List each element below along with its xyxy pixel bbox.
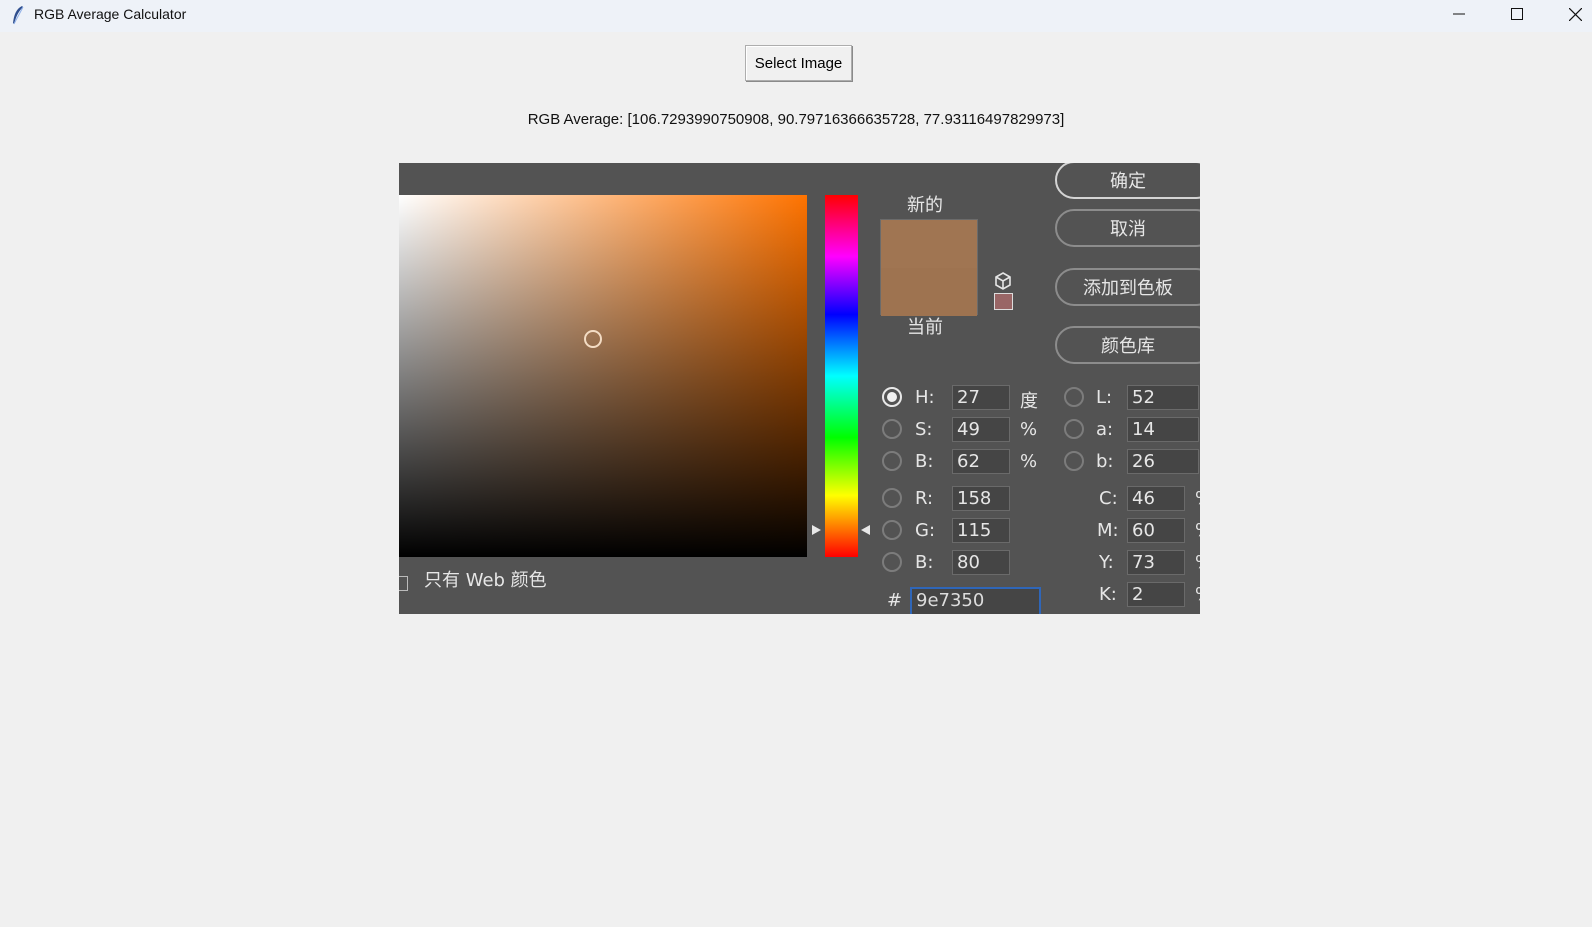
radio-b <box>882 451 902 471</box>
s-input: 49 <box>952 417 1010 442</box>
radio-g <box>882 520 902 540</box>
maximize-icon <box>1511 8 1523 20</box>
radio-blue <box>882 552 902 572</box>
y-input: 73 <box>1127 550 1185 575</box>
m-label: M: <box>1097 520 1119 541</box>
minimize-button[interactable] <box>1430 0 1488 28</box>
window-title: RGB Average Calculator <box>34 6 187 22</box>
current-label: 当前 <box>907 317 943 338</box>
m-input: 60 <box>1127 518 1185 543</box>
select-image-button[interactable]: Select Image <box>745 45 852 81</box>
h-unit: 度 <box>1020 391 1038 412</box>
g-label: G: <box>915 520 936 541</box>
y-label: Y: <box>1099 552 1114 573</box>
y-unit: % <box>1195 552 1200 573</box>
blue-input: 80 <box>952 550 1010 575</box>
radio-lab-b <box>1064 451 1084 471</box>
s-label: S: <box>915 419 933 440</box>
web-safe-color-swatch <box>994 293 1013 310</box>
c-input: 46 <box>1127 486 1185 511</box>
s-unit: % <box>1020 419 1038 440</box>
r-input: 158 <box>952 486 1010 511</box>
color-library-button: 颜色库 <box>1055 326 1200 364</box>
c-label: C: <box>1099 488 1118 509</box>
saturation-brightness-field <box>399 195 807 557</box>
blue-label: B: <box>915 552 934 573</box>
color-preview <box>880 219 978 316</box>
b-unit: % <box>1020 451 1038 472</box>
loaded-image: 只有 Web 颜色 新的 当前 确定 取消 添加到色板 颜色库 H: 27 度 … <box>399 163 1200 614</box>
lab-b-label: b: <box>1096 451 1114 472</box>
g-input: 115 <box>952 518 1010 543</box>
radio-r <box>882 488 902 508</box>
cancel-button: 取消 <box>1055 209 1200 247</box>
m-unit: % <box>1195 520 1200 541</box>
new-label: 新的 <box>907 195 943 216</box>
c-unit: % <box>1195 488 1200 509</box>
hue-slider-right-arrow-icon <box>861 525 870 535</box>
close-icon <box>1568 7 1582 21</box>
color-selector-circle <box>584 330 602 348</box>
radio-h <box>882 387 902 407</box>
k-unit: % <box>1195 584 1200 605</box>
radio-l <box>1064 387 1084 407</box>
r-label: R: <box>915 488 934 509</box>
k-input: 2 <box>1127 582 1185 607</box>
b-label: B: <box>915 451 934 472</box>
a-label: a: <box>1096 419 1114 440</box>
h-label: H: <box>915 387 935 408</box>
lab-b-input: 26 <box>1127 449 1199 474</box>
current-color-swatch <box>881 268 977 316</box>
l-input: 52 <box>1127 385 1199 410</box>
h-input: 27 <box>952 385 1010 410</box>
hue-slider <box>825 195 858 557</box>
cube-warning-icon <box>995 272 1011 290</box>
web-only-label: 只有 Web 颜色 <box>424 570 547 591</box>
minimize-icon <box>1453 13 1465 15</box>
radio-a <box>1064 419 1084 439</box>
radio-s <box>882 419 902 439</box>
add-to-swatches-button: 添加到色板 <box>1055 268 1200 306</box>
maximize-button[interactable] <box>1488 0 1546 28</box>
feather-icon <box>13 6 24 25</box>
l-label: L: <box>1096 387 1113 408</box>
title-bar: RGB Average Calculator <box>0 0 1592 32</box>
ok-button: 确定 <box>1055 163 1200 199</box>
rgb-average-label: RGB Average: [106.7293990750908, 90.7971… <box>527 111 1065 128</box>
close-button[interactable] <box>1546 0 1592 28</box>
new-color-swatch <box>881 220 977 268</box>
a-input: 14 <box>1127 417 1199 442</box>
web-only-checkbox <box>399 576 408 591</box>
hex-input: 9e7350 <box>910 587 1041 614</box>
b-input: 62 <box>952 449 1010 474</box>
k-label: K: <box>1099 584 1117 605</box>
hue-slider-left-arrow-icon <box>812 525 821 535</box>
hex-label: # <box>887 590 903 611</box>
